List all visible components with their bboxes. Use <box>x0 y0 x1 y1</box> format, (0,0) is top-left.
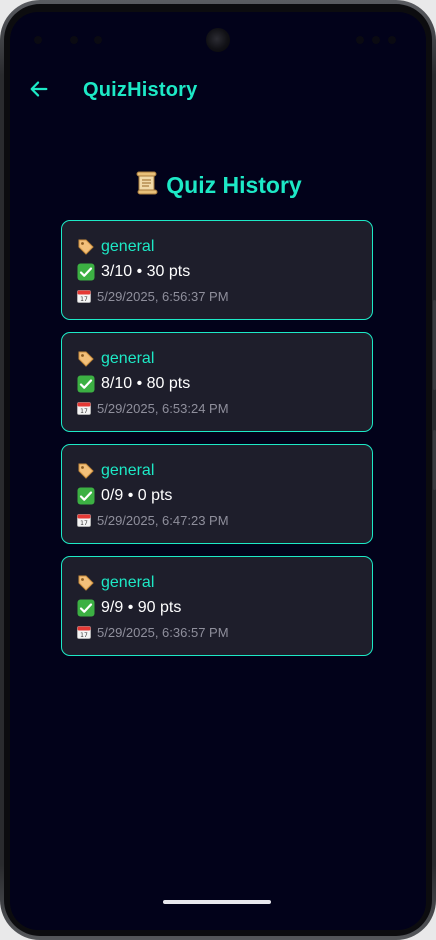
status-icon <box>70 36 78 44</box>
category-row: general <box>77 347 358 371</box>
battery-icon <box>388 36 396 44</box>
date-row: 17 5/29/2025, 6:36:57 PM <box>77 621 358 643</box>
score-label: 0/9 • 0 pts <box>101 487 173 504</box>
status-bar <box>10 12 426 56</box>
svg-text:17: 17 <box>80 632 88 639</box>
page-title: Quiz History <box>10 170 426 199</box>
score-row: 3/10 • 30 pts <box>77 259 358 285</box>
date-row: 17 5/29/2025, 6:53:24 PM <box>77 397 358 419</box>
check-mark-icon <box>77 263 95 281</box>
score-row: 8/10 • 80 pts <box>77 371 358 397</box>
history-card[interactable]: general 8/10 • 80 pts 17 5/29/2025, 6:53… <box>61 332 373 432</box>
score-row: 9/9 • 90 pts <box>77 595 358 621</box>
check-mark-icon <box>77 487 95 505</box>
date-label: 5/29/2025, 6:56:37 PM <box>97 288 229 304</box>
tag-icon <box>77 238 95 256</box>
app-bar: QuizHistory <box>10 70 426 110</box>
score-row: 0/9 • 0 pts <box>77 483 358 509</box>
history-card[interactable]: general 9/9 • 90 pts 17 5/29/2025, 6:36:… <box>61 556 373 656</box>
date-row: 17 5/29/2025, 6:56:37 PM <box>77 285 358 307</box>
calendar-icon: 17 <box>77 401 91 415</box>
date-label: 5/29/2025, 6:47:23 PM <box>97 512 229 528</box>
tag-icon <box>77 574 95 592</box>
svg-text:17: 17 <box>80 296 88 303</box>
svg-text:17: 17 <box>80 520 88 527</box>
date-label: 5/29/2025, 6:36:57 PM <box>97 624 229 640</box>
app-screen: QuizHistory Quiz History general 3/10 • … <box>10 12 426 930</box>
page-title-text: Quiz History <box>166 172 302 198</box>
category-row: general <box>77 459 358 483</box>
calendar-icon: 17 <box>77 513 91 527</box>
front-camera <box>206 28 230 52</box>
history-card[interactable]: general 0/9 • 0 pts 17 5/29/2025, 6:47:2… <box>61 444 373 544</box>
home-indicator[interactable] <box>163 900 271 904</box>
history-list: general 3/10 • 30 pts 17 5/29/2025, 6:56… <box>61 220 373 668</box>
app-bar-title: QuizHistory <box>83 79 198 101</box>
status-icon <box>94 36 102 44</box>
score-label: 9/9 • 90 pts <box>101 599 182 616</box>
svg-text:17: 17 <box>80 408 88 415</box>
arrow-left-icon <box>28 78 50 105</box>
back-button[interactable] <box>24 76 54 106</box>
tag-icon <box>77 350 95 368</box>
category-row: general <box>77 571 358 595</box>
status-icon <box>34 36 42 44</box>
category-label: general <box>101 462 155 479</box>
check-mark-icon <box>77 599 95 617</box>
tag-icon <box>77 462 95 480</box>
category-label: general <box>101 574 155 591</box>
wifi-icon <box>372 36 380 44</box>
date-row: 17 5/29/2025, 6:47:23 PM <box>77 509 358 531</box>
category-label: general <box>101 350 155 367</box>
category-row: general <box>77 235 358 259</box>
history-card[interactable]: general 3/10 • 30 pts 17 5/29/2025, 6:56… <box>61 220 373 320</box>
score-label: 3/10 • 30 pts <box>101 263 191 280</box>
score-label: 8/10 • 80 pts <box>101 375 191 392</box>
device-frame: QuizHistory Quiz History general 3/10 • … <box>0 0 436 940</box>
scroll-icon <box>134 170 160 196</box>
category-label: general <box>101 238 155 255</box>
signal-icon <box>356 36 364 44</box>
date-label: 5/29/2025, 6:53:24 PM <box>97 400 229 416</box>
calendar-icon: 17 <box>77 289 91 303</box>
check-mark-icon <box>77 375 95 393</box>
calendar-icon: 17 <box>77 625 91 639</box>
